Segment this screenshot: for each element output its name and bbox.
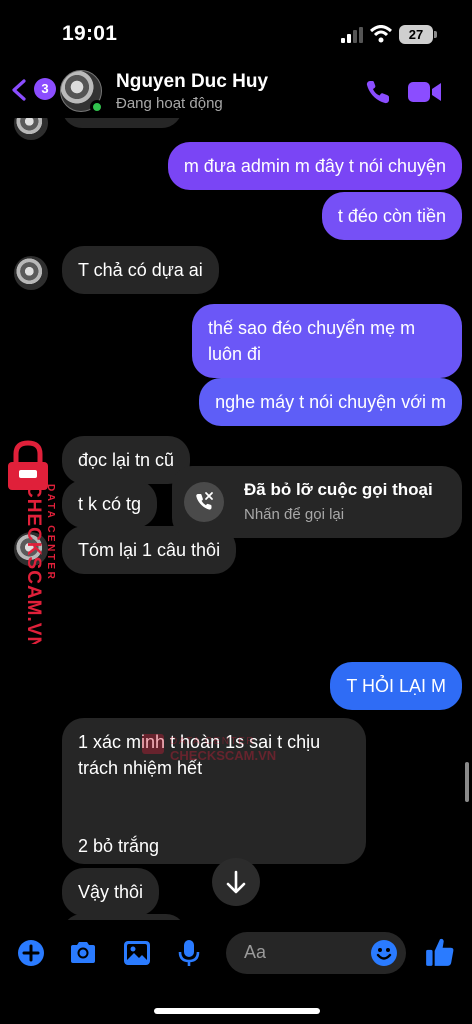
message-bubble-outgoing[interactable]: thế sao đéo chuyển mẹ m luôn đi — [192, 304, 462, 378]
watermark-center-line2: CHECKSCAM.VN — [170, 748, 276, 763]
watermark-center: DATA CENTER CHECKSCAM.VN — [142, 734, 276, 763]
wifi-icon — [370, 25, 392, 43]
message-bubble-outgoing[interactable]: t đéo còn tiền — [321, 192, 462, 240]
message-list[interactable]: m đưa admin m đây t nói chuyện t đéo còn… — [0, 118, 472, 920]
scrollbar[interactable] — [465, 762, 469, 802]
unread-count-badge: 3 — [34, 78, 56, 100]
watermark-line1: DATA CENTER — [45, 484, 56, 581]
watermark-line2: CHECKSCAM.VN — [23, 484, 44, 644]
missed-call-icon-wrap — [184, 482, 224, 522]
message-input[interactable]: Aa — [226, 932, 406, 974]
message-bubble-outgoing[interactable]: m đưa admin m đây t nói chuyện — [167, 142, 462, 190]
missed-call-title: Đã bỏ lỡ cuộc gọi thoại — [244, 480, 433, 499]
message-composer: Aa — [0, 920, 472, 986]
message-bubble-incoming[interactable]: T chả có dựa ai — [62, 246, 219, 294]
status-time: 19:01 — [62, 22, 118, 45]
watermark-center-line1: DATA CENTER — [170, 736, 255, 747]
emoji-icon[interactable] — [370, 939, 398, 967]
back-button[interactable]: 3 — [8, 76, 56, 104]
scroll-to-bottom-button[interactable] — [212, 858, 260, 906]
phone-icon[interactable] — [364, 78, 392, 106]
message-bubble-outgoing[interactable]: nghe máy t nói chuyện với m — [199, 378, 462, 426]
watermark-text: CHECKSCAM.VN DATA CENTER — [23, 484, 56, 644]
missed-call-subtitle: Nhấn để gọi lại — [244, 506, 345, 523]
arrow-down-icon — [226, 870, 246, 894]
cellular-signal-icon — [341, 27, 363, 43]
status-bar: 19:01 27 — [0, 0, 472, 64]
back-chevron-icon — [12, 79, 26, 101]
image-icon[interactable] — [122, 938, 152, 968]
thumbs-up-icon[interactable] — [424, 936, 456, 968]
battery-indicator: 27 — [399, 25, 437, 44]
message-input-placeholder: Aa — [244, 942, 267, 962]
online-status-dot — [90, 100, 104, 114]
conversation-header: 3 Nguyen Duc Huy Đang hoạt động — [0, 64, 472, 122]
message-bubble-incoming[interactable]: Vậy thôi — [62, 868, 160, 916]
contact-active-status: Đang hoạt động — [116, 95, 223, 112]
microphone-icon[interactable] — [174, 938, 204, 968]
video-camera-icon[interactable] — [408, 80, 442, 104]
missed-call-icon — [196, 492, 213, 510]
contact-avatar-small — [14, 118, 48, 140]
missed-call-card[interactable]: Đã bỏ lỡ cuộc gọi thoại Nhấn để gọi lại — [172, 466, 462, 538]
contact-name[interactable]: Nguyen Duc Huy — [116, 71, 268, 93]
message-bubble-incoming[interactable]: đọc lại tn cũ — [62, 436, 191, 484]
message-bubble-partial — [62, 118, 182, 128]
message-bubble-incoming[interactable]: t k có tg — [62, 480, 158, 528]
home-indicator[interactable] — [154, 1008, 320, 1014]
plus-icon[interactable] — [16, 938, 46, 968]
contact-avatar-small — [14, 256, 48, 290]
message-bubble-outgoing[interactable]: T HỎI LẠI M — [330, 662, 462, 710]
camera-icon[interactable] — [68, 938, 98, 968]
